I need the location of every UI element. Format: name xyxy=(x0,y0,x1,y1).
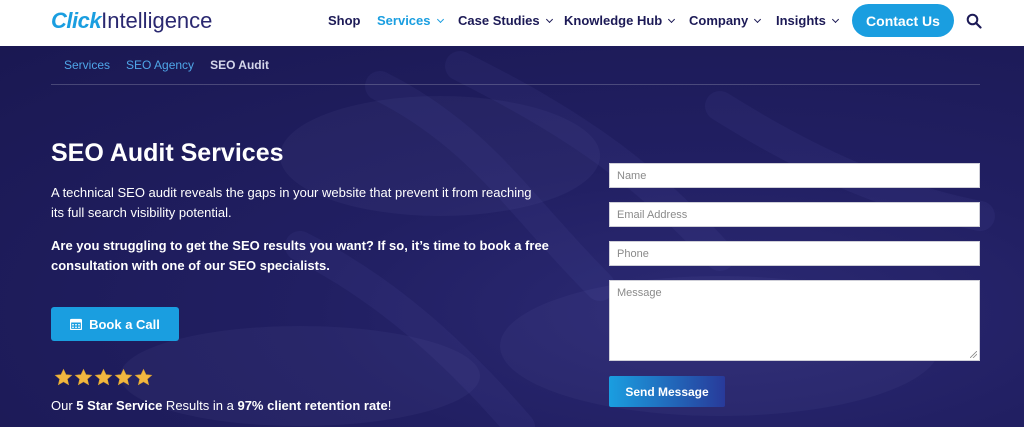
star-icon xyxy=(94,368,113,386)
email-placeholder: Email Address xyxy=(617,209,688,221)
breadcrumb-divider xyxy=(51,84,980,85)
nav-item-services[interactable]: Services xyxy=(377,13,444,29)
contact-us-button[interactable]: Contact Us xyxy=(852,4,954,37)
star-icon xyxy=(114,368,133,386)
hero-section: Services SEO Agency SEO Audit SEO Audit Se… xyxy=(0,46,1024,427)
star-icon xyxy=(134,368,153,386)
breadcrumb-link-seo-agency[interactable]: SEO Agency xyxy=(126,58,194,72)
star-icon xyxy=(74,368,93,386)
nav-label-shop: Shop xyxy=(328,13,361,28)
chevron-down-icon xyxy=(668,15,676,24)
nav-item-shop[interactable]: Shop xyxy=(328,13,361,29)
nav-label-insights: Insights xyxy=(776,13,826,28)
calendar-icon xyxy=(70,318,83,330)
contact-us-label: Contact Us xyxy=(866,12,940,29)
nav-item-insights[interactable]: Insights xyxy=(776,13,839,29)
email-field[interactable]: Email Address xyxy=(609,202,980,227)
name-field[interactable]: Name xyxy=(609,163,980,188)
logo-intelligence-text: Intelligence xyxy=(101,8,213,33)
nav-label-knowledge-hub: Knowledge Hub xyxy=(564,13,663,28)
intro-text: A technical SEO audit reveals the gaps i… xyxy=(51,185,532,220)
consultation-text: Are you struggling to get the SEO result… xyxy=(51,238,549,273)
chevron-down-icon xyxy=(545,15,553,24)
breadcrumb: Services SEO Agency SEO Audit xyxy=(64,58,269,72)
page-title: SEO Audit Services xyxy=(51,139,284,167)
nav-label-services: Services xyxy=(377,13,431,28)
nav-label-company: Company xyxy=(689,13,749,28)
book-a-call-button[interactable]: Book a Call xyxy=(51,307,179,341)
search-icon[interactable] xyxy=(966,13,982,29)
logo[interactable]: ClickIntelligence xyxy=(51,8,212,34)
name-placeholder: Name xyxy=(617,170,647,182)
send-message-button[interactable]: Send Message xyxy=(609,376,725,407)
rating-text-before: Our xyxy=(51,398,77,413)
message-placeholder: Message xyxy=(617,287,662,299)
rating-text: Our 5 Star Service Results in a 97% clie… xyxy=(51,398,391,414)
send-message-label: Send Message xyxy=(625,384,709,399)
logo-click-text: Click xyxy=(51,8,102,33)
rating-text-after: ! xyxy=(387,398,392,413)
message-field[interactable]: Message xyxy=(609,280,980,361)
nav-item-knowledge-hub[interactable]: Knowledge Hub xyxy=(564,13,676,29)
resize-handle-icon[interactable] xyxy=(970,351,977,358)
chevron-down-icon xyxy=(754,15,762,24)
phone-placeholder: Phone xyxy=(617,248,649,260)
star-icon xyxy=(54,368,73,386)
nav-item-company[interactable]: Company xyxy=(689,13,762,29)
rating-highlight-retention: 97% client retention rate xyxy=(237,398,388,413)
nav-item-case-studies[interactable]: Case Studies xyxy=(458,13,553,29)
nav-label-case-studies: Case Studies xyxy=(458,13,540,28)
chevron-down-icon xyxy=(831,15,839,24)
chevron-down-icon xyxy=(436,15,444,24)
phone-field[interactable]: Phone xyxy=(609,241,980,266)
rating-highlight-stars: 5 Star Service xyxy=(76,398,163,413)
rating-text-middle: Results in a xyxy=(162,398,238,413)
breadcrumb-link-services[interactable]: Services xyxy=(64,58,110,72)
top-navigation: ClickIntelligence Shop Services Case Stu… xyxy=(0,0,1024,46)
star-rating xyxy=(54,368,153,387)
breadcrumb-current: SEO Audit xyxy=(210,58,269,72)
book-a-call-label: Book a Call xyxy=(89,316,160,332)
